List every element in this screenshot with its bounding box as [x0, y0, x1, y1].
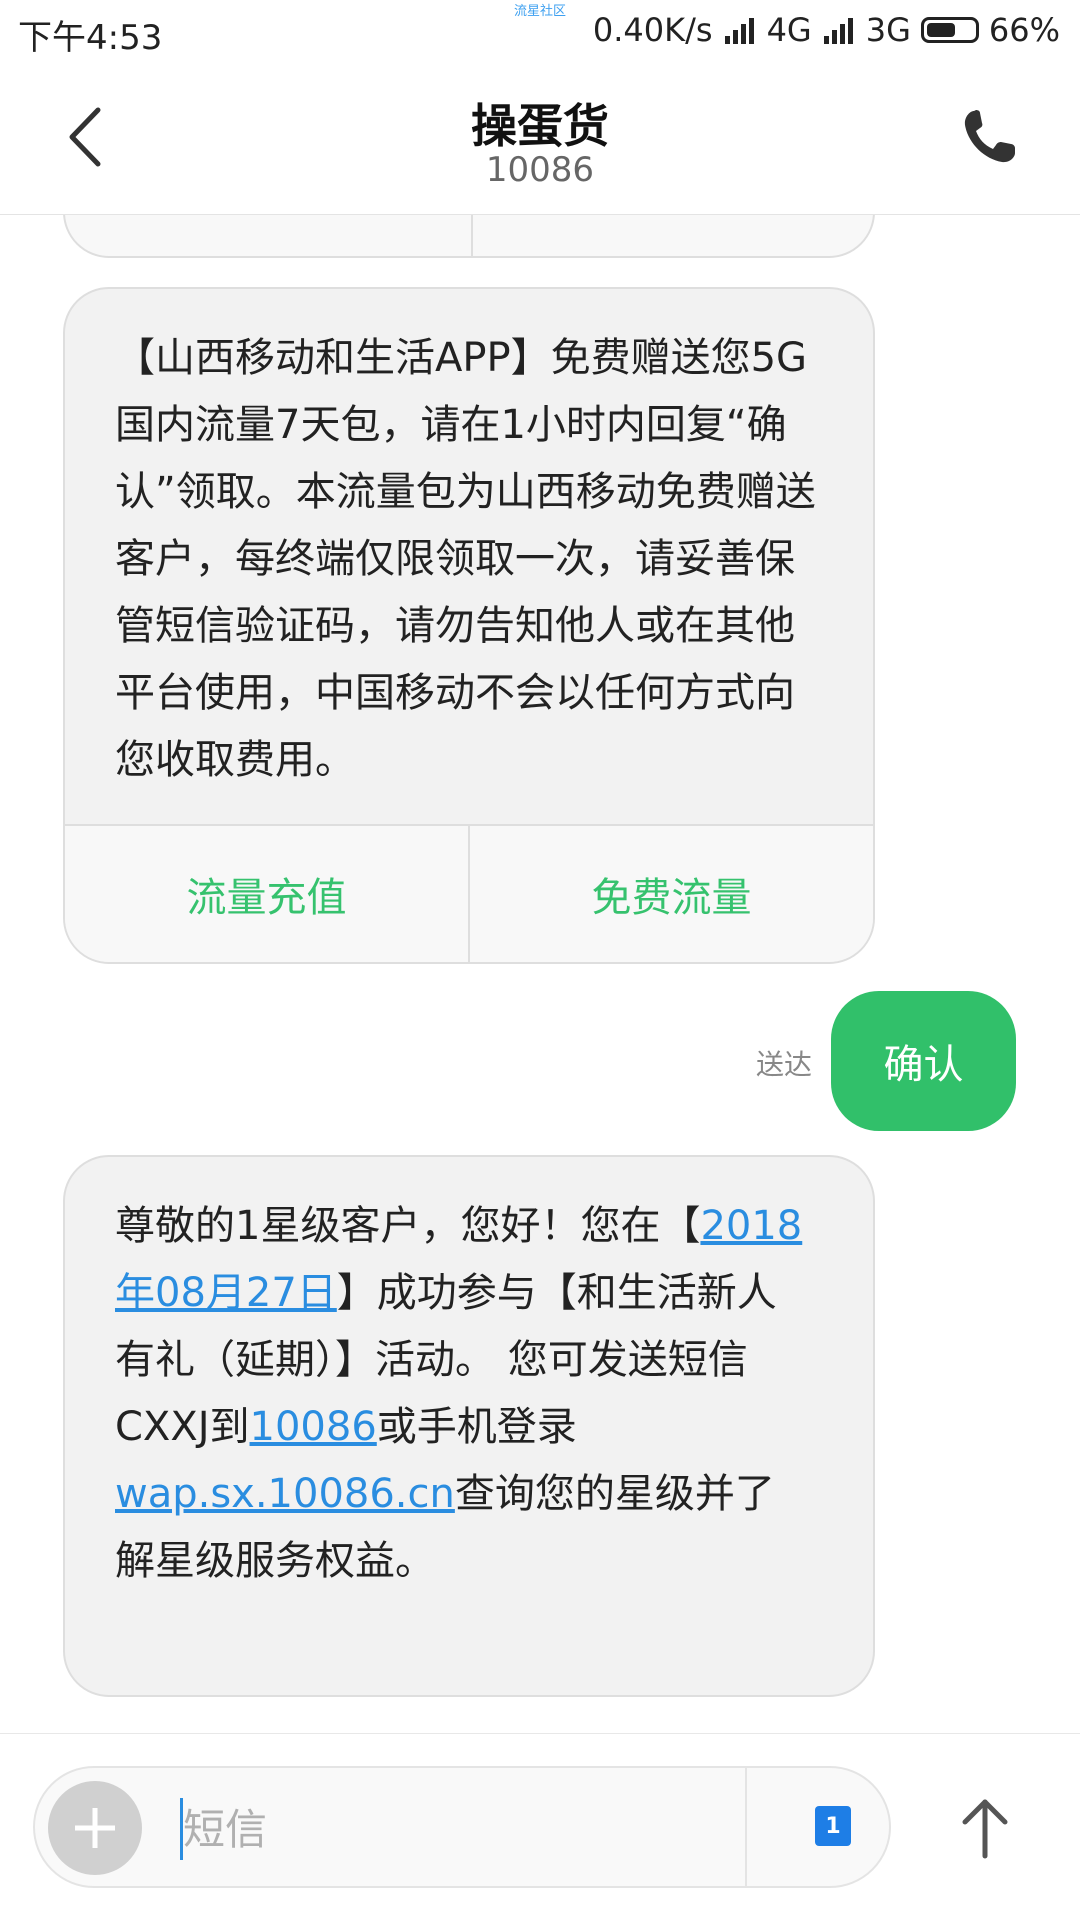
- incoming-message-bubble[interactable]: 【山西移动和生活APP】免费赠送您5G国内流量7天包，请在1小时内回复“确认”领…: [63, 287, 875, 964]
- incoming-message-bubble[interactable]: 尊敬的1星级客户，您好！您在【2018年08月27日】成功参与【和生活新人有礼（…: [63, 1155, 875, 1697]
- composer-bar: 1: [0, 1733, 1080, 1921]
- contact-name: 操蛋货: [471, 99, 609, 153]
- message-list[interactable]: 【山西移动和生活APP】免费赠送您5G国内流量7天包，请在1小时内回复“确认”领…: [0, 215, 1080, 1735]
- phone-icon[interactable]: [960, 107, 1018, 167]
- previous-message-bubble: [63, 215, 875, 258]
- signal-icon: [724, 18, 754, 44]
- delivered-status: 送达: [756, 1048, 813, 1081]
- composer-divider: [745, 1768, 747, 1888]
- plus-icon[interactable]: [48, 1781, 142, 1875]
- outgoing-message-bubble[interactable]: 确认: [831, 991, 1016, 1131]
- sms-input[interactable]: [180, 1798, 755, 1860]
- net-speed: 0.40K/s: [592, 11, 713, 49]
- battery-percent: 66%: [988, 11, 1060, 49]
- free-data-button[interactable]: 免费流量: [468, 826, 873, 962]
- contact-number: 10086: [485, 150, 595, 190]
- arrow-up-icon[interactable]: [955, 1794, 1015, 1864]
- message-actions: 流量充值 免费流量: [65, 824, 873, 962]
- phone-number-link[interactable]: 10086: [250, 1404, 377, 1450]
- network-label-1: 4G: [766, 11, 812, 49]
- message-text-part: 或手机登录: [376, 1404, 577, 1450]
- message-text-part: 尊敬的1星级客户，您好！您在【: [115, 1203, 701, 1249]
- sim-card-icon[interactable]: 1: [815, 1806, 851, 1846]
- status-time: 下午4:53: [18, 18, 163, 58]
- status-bar: 下午4:53 流星社区 0.40K/s 4G 3G 66%: [0, 0, 1080, 60]
- composer-pill: 1: [33, 1766, 891, 1888]
- battery-fill: [926, 23, 956, 37]
- signal-icon: [823, 18, 853, 44]
- message-text: 尊敬的1星级客户，您好！您在【2018年08月27日】成功参与【和生活新人有礼（…: [65, 1157, 873, 1625]
- recharge-button[interactable]: 流量充值: [65, 826, 468, 962]
- url-link[interactable]: wap.sx.10086.cn: [115, 1471, 455, 1517]
- network-label-2: 3G: [865, 11, 911, 49]
- divider: [471, 215, 473, 256]
- watermark: 流星社区: [514, 4, 567, 19]
- conversation-header: 操蛋货 10086: [0, 62, 1080, 215]
- status-right: 0.40K/s 4G 3G 66%: [593, 10, 1060, 50]
- message-text: 【山西移动和生活APP】免费赠送您5G国内流量7天包，请在1小时内回复“确认”领…: [115, 335, 816, 783]
- battery-icon: [920, 17, 979, 43]
